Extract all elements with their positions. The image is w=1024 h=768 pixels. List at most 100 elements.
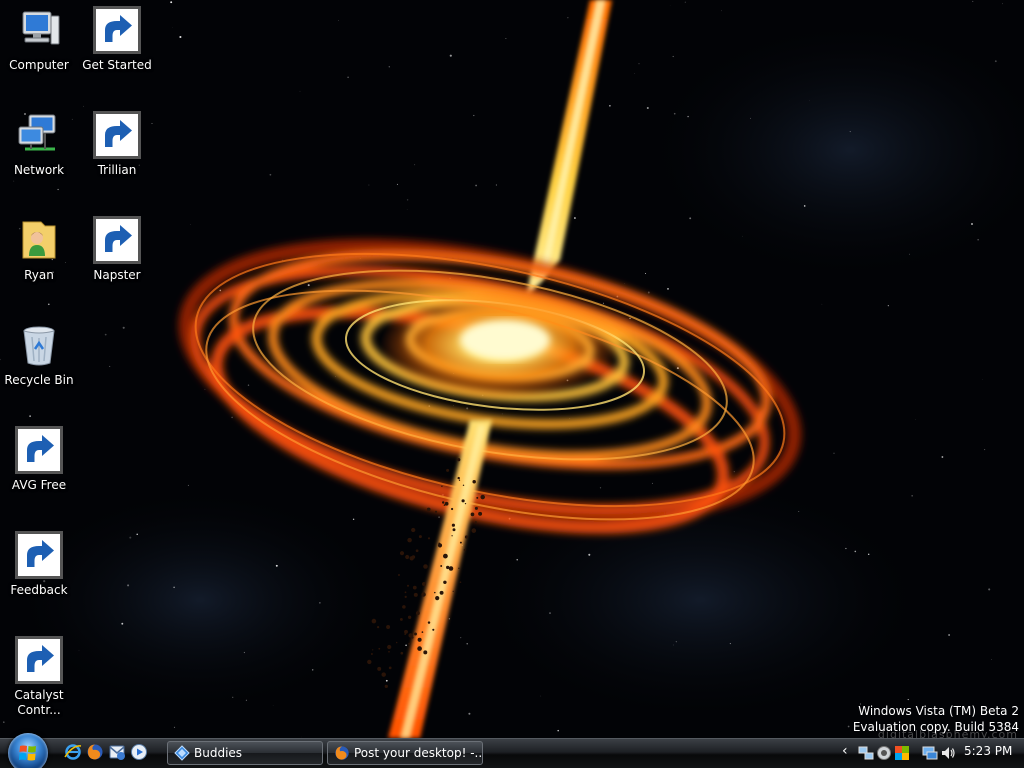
- debris-particle: [421, 631, 424, 633]
- debris-particle: [399, 551, 405, 556]
- taskbar-button-firefox-post[interactable]: Post your desktop! -...: [327, 741, 483, 765]
- star: [204, 388, 206, 390]
- debris-particle: [411, 636, 414, 639]
- quicklaunch-internet-explorer[interactable]: [64, 743, 82, 761]
- desktop-icon-napster[interactable]: Napster: [78, 212, 156, 304]
- debris-particle: [404, 595, 407, 599]
- debris-particle: [432, 628, 435, 631]
- tray-security[interactable]: [876, 745, 892, 761]
- tray-display[interactable]: [922, 745, 938, 761]
- desktop-icon-catalyst-control[interactable]: Catalyst Contr...: [0, 632, 78, 724]
- debris-particle: [400, 651, 404, 655]
- star: [405, 644, 407, 647]
- star: [689, 217, 692, 220]
- desktop-icon-label: Get Started: [82, 58, 152, 72]
- firefox-icon: [335, 746, 349, 760]
- debris-particle: [399, 617, 403, 621]
- star: [121, 622, 124, 625]
- star: [438, 516, 440, 519]
- debris-particle: [367, 659, 372, 665]
- debris-particle: [411, 527, 416, 533]
- debris-particle: [409, 556, 414, 561]
- star: [501, 413, 503, 415]
- debris-particle: [434, 591, 436, 594]
- desktop-icon-feedback[interactable]: ? Feedback: [0, 527, 78, 619]
- star: [187, 484, 189, 486]
- firefox-icon: [87, 744, 103, 760]
- security-tray-icon: [877, 746, 891, 760]
- star: [941, 456, 944, 458]
- debris-particle: [448, 566, 454, 571]
- star: [414, 164, 416, 166]
- debris-particle: [415, 611, 420, 616]
- star: [232, 696, 234, 698]
- taskbar-button-label: Buddies: [194, 746, 243, 760]
- debris-particle: [387, 644, 392, 650]
- star: [173, 726, 176, 729]
- desktop-icon-label: Network: [13, 163, 65, 177]
- tray-network[interactable]: [858, 745, 874, 761]
- tray-expand-chevron[interactable]: ‹: [842, 743, 848, 759]
- star: [385, 679, 388, 682]
- star: [646, 106, 649, 110]
- user-folder-icon: [22, 221, 56, 259]
- debris-particle: [457, 458, 461, 462]
- quicklaunch-outlook[interactable]: [108, 743, 126, 761]
- star: [396, 183, 398, 185]
- taskbar-button-buddies[interactable]: Buddies: [167, 741, 323, 765]
- star: [994, 60, 997, 63]
- debris-particle: [372, 649, 374, 651]
- quicklaunch-firefox[interactable]: [86, 743, 104, 761]
- network-tray-icon: [858, 746, 874, 760]
- tray-avg[interactable]: [894, 745, 910, 761]
- internet-explorer-icon: [64, 744, 82, 760]
- debris-particle: [452, 590, 454, 592]
- desktop-icon-label: Trillian: [97, 163, 137, 177]
- star: [729, 643, 731, 645]
- star: [599, 487, 602, 489]
- debris-particle: [395, 641, 398, 644]
- quicklaunch-media-player[interactable]: [130, 743, 148, 761]
- shortcut-arrow-icon: [15, 636, 63, 684]
- star: [122, 326, 125, 329]
- media-player-icon: [131, 744, 147, 760]
- star: [557, 729, 559, 732]
- desktop-icon-label: Napster: [93, 268, 141, 282]
- star: [849, 131, 851, 133]
- debris-particle: [462, 484, 465, 487]
- star: [603, 302, 605, 304]
- shortcut-arrow-icon: [93, 6, 141, 54]
- desktop-icon-label: Catalyst Contr...: [14, 688, 64, 717]
- debris-particle: [398, 574, 400, 576]
- debris-particle: [457, 476, 460, 480]
- desktop-icon-network[interactable]: Network: [0, 107, 78, 199]
- star: [573, 217, 576, 219]
- desktop-icon-computer[interactable]: Computer: [0, 2, 78, 94]
- desktop-icon-label: Recycle Bin: [4, 373, 74, 387]
- debris-particle: [459, 541, 462, 544]
- debris-particle: [458, 479, 461, 481]
- star: [448, 618, 451, 620]
- debris-particle: [407, 615, 412, 619]
- debris-particle: [470, 512, 475, 517]
- debris-particle: [472, 480, 476, 484]
- taskbar-clock[interactable]: 5:23 PM: [964, 744, 1012, 758]
- star: [449, 54, 452, 57]
- star: [909, 253, 911, 255]
- star: [219, 289, 222, 292]
- star: [540, 695, 542, 697]
- desktop[interactable]: Computer Get Started Network Trillian Ry…: [0, 0, 1024, 768]
- desktop-icon-avg-free[interactable]: AVG Free: [0, 422, 78, 514]
- star: [299, 90, 301, 92]
- desktop-icon-ryan[interactable]: Ryan: [0, 212, 78, 304]
- debris-particle: [405, 554, 410, 560]
- star: [647, 291, 650, 294]
- star: [750, 117, 751, 119]
- tray-volume[interactable]: [940, 745, 956, 761]
- desktop-icon-trillian[interactable]: Trillian: [78, 107, 156, 199]
- desktop-icon-get-started[interactable]: Get Started: [78, 2, 156, 94]
- desktop-icon-recycle-bin[interactable]: Recycle Bin: [0, 317, 78, 409]
- star: [847, 725, 850, 728]
- start-button[interactable]: [8, 733, 48, 768]
- star: [609, 104, 611, 107]
